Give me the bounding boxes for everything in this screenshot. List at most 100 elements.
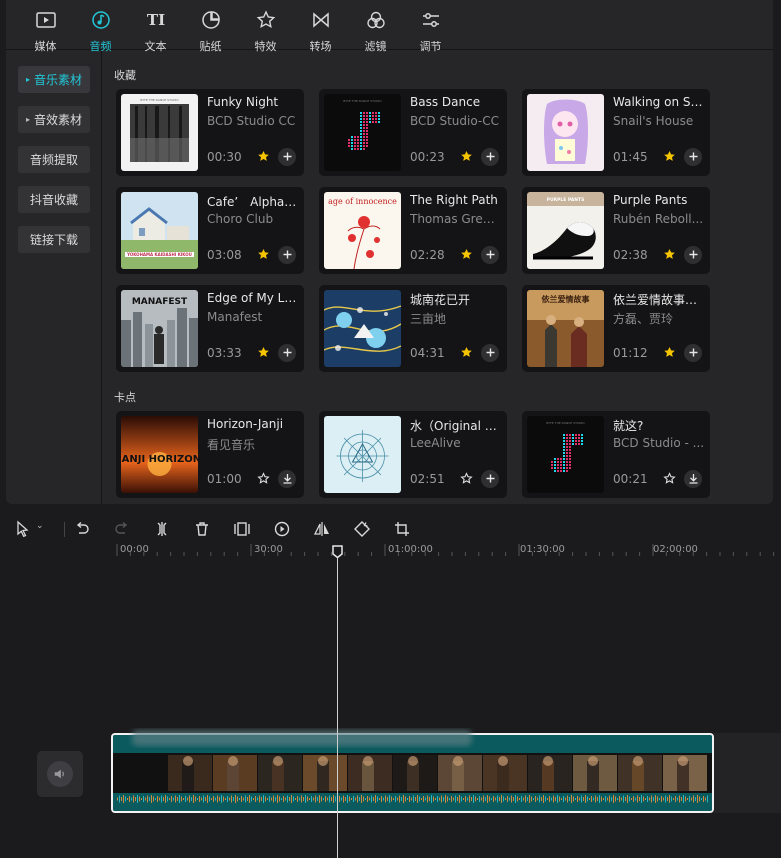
star-filled-icon [257,246,270,265]
star-filled-button[interactable] [457,148,475,166]
split-icon[interactable] [153,520,171,538]
svg-text:BYTE THE DANCE STUDIO: BYTE THE DANCE STUDIO [546,421,585,425]
music-card[interactable]: BYTE THE DANCE STUDIO 就这? BCD Studio - ...… [522,411,710,498]
tab-music-note[interactable]: 音频 [73,0,128,53]
tab-transition[interactable]: 转场 [293,0,348,53]
speaker-icon [47,761,73,787]
plus-button[interactable] [481,470,499,488]
tab-media[interactable]: 媒体 [18,0,73,53]
track-artist: LeeAlive [410,436,461,450]
sidebar-item-label: 抖音收藏 [29,193,78,207]
track-audio-toggle[interactable] [37,751,83,797]
reverse-play-icon[interactable] [273,520,291,538]
tab-effects-star[interactable]: 特效 [238,0,293,53]
music-card[interactable]: BYTE THE DANCE STUDIO Bass Dance BCD Studi… [319,89,507,176]
music-card[interactable]: JANJI HORIZON Horizon-Janji 看见音乐 01:00 [116,411,304,498]
star-filled-button[interactable] [660,344,678,362]
media-icon [35,10,57,34]
star-outline-button[interactable] [457,470,475,488]
rotate-icon[interactable] [353,520,371,538]
plus-button[interactable] [278,148,296,166]
star-filled-button[interactable] [254,246,272,264]
download-icon [687,470,700,489]
sidebar-item-1[interactable]: ▸ 音效素材 [18,106,90,133]
sidebar-item-0[interactable]: ▸ 音乐素材 [18,66,90,93]
music-card[interactable]: 城南花已开 三亩地 04:31 [319,285,507,372]
plus-button[interactable] [481,148,499,166]
track-duration: 04:31 [410,346,445,360]
star-filled-icon [257,344,270,363]
tab-sticker[interactable]: 贴纸 [183,0,238,53]
tab-filter[interactable]: 滤镜 [348,0,403,53]
chevron-down-icon[interactable]: ⌄ [36,521,44,531]
star-outline-button[interactable] [660,470,678,488]
album-cover: BYTE THE DANCE STUDIO [527,416,604,493]
delete-icon[interactable] [193,520,211,538]
music-card[interactable]: BYTE THE DANCE STUDIO Funky Night BCD Stud… [116,89,304,176]
music-card[interactable]: Walking on Sn... Snail's House 01:45 [522,89,710,176]
plus-button[interactable] [684,148,702,166]
plus-button[interactable] [481,344,499,362]
transition-icon [310,10,332,34]
effects-star-icon [255,10,277,34]
star-filled-button[interactable] [457,344,475,362]
music-card[interactable]: PURPLE PANTS Purple Pants Rubén Reboll... 0… [522,187,710,274]
sidebar-item-4[interactable]: 链接下载 [18,226,90,253]
track-duration: 03:33 [207,346,242,360]
freeze-frame-icon[interactable] [233,520,251,538]
star-filled-button[interactable] [457,246,475,264]
plus-button[interactable] [481,246,499,264]
track-title: Edge of My Life [207,291,299,305]
star-outline-button[interactable] [254,470,272,488]
star-filled-button[interactable] [660,148,678,166]
undo-icon[interactable] [73,520,91,538]
sidebar-item-2[interactable]: 音频提取 [18,146,90,173]
filter-icon [365,10,387,34]
sidebar-item-label: 音频提取 [29,153,78,167]
crop-icon[interactable] [393,520,411,538]
plus-button[interactable] [684,344,702,362]
svg-text:PURPLE PANTS: PURPLE PANTS [547,197,585,203]
tab-adjust-sliders[interactable]: 调节 [403,0,458,53]
star-filled-button[interactable] [254,344,272,362]
toolbar-separator [64,522,65,537]
music-card[interactable]: 水（Original M... LeeAlive 02:51 [319,411,507,498]
track-duration: 01:00 [207,472,242,486]
track-duration: 03:08 [207,248,242,262]
svg-text:age of innocence: age of innocence [328,197,397,206]
music-card[interactable]: age of innocence The Right Path Thomas Gre… [319,187,507,274]
star-filled-button[interactable] [660,246,678,264]
download-button[interactable] [684,470,702,488]
star-outline-icon [459,470,473,489]
music-card[interactable]: 依兰爱情故事 依兰爱情故事（... 方磊、贾玲 01:12 [522,285,710,372]
tab-text[interactable]: TI 文本 [128,0,183,53]
svg-text:MANAFEST: MANAFEST [132,297,188,307]
album-cover: PURPLE PANTS [527,192,604,269]
track-artist: 方磊、贾玲 [613,312,674,326]
playhead-line[interactable] [337,552,338,858]
music-card[interactable]: YOKOHAMA KAIDASHI KIKOU Cafe’ Alpha(... Ch… [116,187,304,274]
timeline-area[interactable] [0,558,781,858]
sidebar-item-label: 链接下载 [29,233,78,247]
track-artist: BCD Studio - ... [613,436,705,450]
ruler-label: 02:00:00 [653,544,698,555]
album-cover: JANJI HORIZON [121,416,198,493]
music-card[interactable]: MANAFEST Edge of My Life Manafest 03:33 [116,285,304,372]
svg-text:依兰爱情故事: 依兰爱情故事 [542,294,590,304]
plus-icon [484,470,497,489]
plus-button[interactable] [278,246,296,264]
redo-icon[interactable] [113,520,131,538]
plus-button[interactable] [684,246,702,264]
time-ruler[interactable]: 00:00 30:00 01:00:00 01:30:00 02:00:00 [0,544,781,558]
star-filled-button[interactable] [254,148,272,166]
plus-button[interactable] [278,344,296,362]
mirror-icon[interactable] [313,520,331,538]
track-artist: Thomas Green... [410,212,502,226]
sidebar-item-3[interactable]: 抖音收藏 [18,186,90,213]
track-artist: Snail's House [613,114,694,128]
select-cursor-icon[interactable] [14,520,32,538]
download-button[interactable] [278,470,296,488]
track-title: The Right Path [410,193,498,207]
playhead-handle[interactable] [332,545,343,558]
track-title: 城南花已开 [410,293,471,307]
